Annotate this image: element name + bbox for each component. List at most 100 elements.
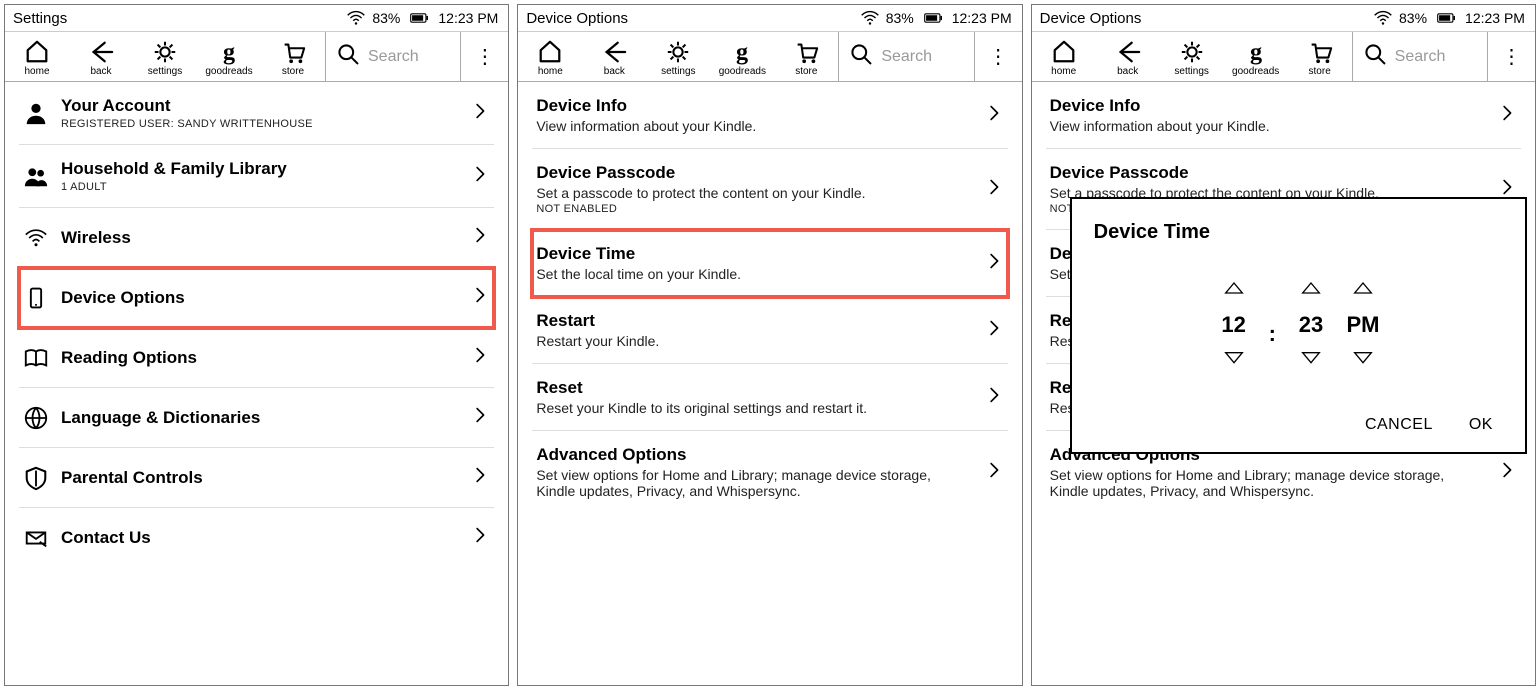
row-device-options[interactable]: Device Options <box>19 268 494 328</box>
search-box[interactable] <box>838 32 973 81</box>
dialog-title: Device Time <box>1094 221 1503 244</box>
back-button[interactable]: back <box>582 32 646 81</box>
wifi-icon <box>1373 9 1393 27</box>
home-button[interactable]: home <box>1032 32 1096 81</box>
search-icon <box>849 42 873 71</box>
chevron-right-icon <box>986 457 1004 488</box>
home-button[interactable]: home <box>5 32 69 81</box>
clock: 12:23 PM <box>438 10 498 26</box>
contact-icon <box>23 525 49 551</box>
battery-icon <box>1433 9 1459 27</box>
cancel-button[interactable]: CANCEL <box>1365 416 1433 434</box>
back-button[interactable]: back <box>69 32 133 81</box>
battery-pct: 83% <box>886 10 914 26</box>
ampm-spinner: PM <box>1346 278 1380 372</box>
toolbar: home back settings goodreads store ⋮ <box>5 32 508 82</box>
row-reading-options[interactable]: Reading Options <box>19 328 494 388</box>
overflow-menu-button[interactable]: ⋮ <box>1487 32 1535 81</box>
search-input[interactable] <box>1395 48 1477 66</box>
row-contact[interactable]: Contact Us <box>19 508 494 567</box>
time-colon: : <box>1269 278 1276 372</box>
search-box[interactable] <box>1352 32 1487 81</box>
search-box[interactable] <box>325 32 460 81</box>
battery-icon <box>920 9 946 27</box>
device-time-dialog: Device Time 12 : 23 PM CANCEL OK <box>1070 197 1527 454</box>
panel-device-time-dialog: Device Options 83% 12:23 PM home back se… <box>1031 4 1536 686</box>
row-device-time[interactable]: Device TimeSet the local time on your Ki… <box>532 230 1007 297</box>
battery-icon <box>406 9 432 27</box>
chevron-right-icon <box>472 222 490 253</box>
row-device-info[interactable]: Device InfoView information about your K… <box>532 82 1007 149</box>
chevron-right-icon <box>472 98 490 129</box>
search-icon <box>1363 42 1387 71</box>
overflow-menu-button[interactable]: ⋮ <box>974 32 1022 81</box>
page-title: Device Options <box>526 10 628 27</box>
chevron-right-icon <box>986 174 1004 205</box>
hour-down-button[interactable] <box>1217 346 1251 372</box>
chevron-right-icon <box>472 522 490 553</box>
row-reset[interactable]: ResetReset your Kindle to its original s… <box>532 364 1007 431</box>
back-button[interactable]: back <box>1096 32 1160 81</box>
store-button[interactable]: store <box>774 32 838 81</box>
goodreads-button[interactable]: goodreads <box>197 32 261 81</box>
settings-button[interactable]: settings <box>646 32 710 81</box>
goodreads-label: goodreads <box>205 66 252 77</box>
row-household[interactable]: Household & Family Library1 ADULT <box>19 145 494 208</box>
minute-down-button[interactable] <box>1294 346 1328 372</box>
page-title: Device Options <box>1040 10 1142 27</box>
globe-icon <box>23 405 49 431</box>
row-device-info: Device InfoView information about your K… <box>1046 82 1521 149</box>
chevron-right-icon <box>986 382 1004 413</box>
time-spinner: 12 : 23 PM <box>1094 278 1503 372</box>
row-language[interactable]: Language & Dictionaries <box>19 388 494 448</box>
ampm-down-button[interactable] <box>1346 346 1380 372</box>
goodreads-button[interactable]: goodreads <box>1224 32 1288 81</box>
hour-spinner: 12 <box>1217 278 1251 372</box>
chevron-right-icon <box>472 342 490 373</box>
user-icon <box>23 100 49 126</box>
back-label: back <box>90 66 111 77</box>
chevron-right-icon <box>986 100 1004 131</box>
row-restart[interactable]: RestartRestart your Kindle. <box>532 297 1007 364</box>
battery-pct: 83% <box>1399 10 1427 26</box>
search-input[interactable] <box>881 48 963 66</box>
row-advanced[interactable]: Advanced OptionsSet view options for Hom… <box>532 431 1007 513</box>
status-bar: Device Options 83% 12:23 PM <box>1032 5 1535 32</box>
settings-list: Your AccountREGISTERED USER: SANDY WRITT… <box>5 82 508 567</box>
row-wireless[interactable]: Wireless <box>19 208 494 268</box>
panel-device-options: Device Options 83% 12:23 PM home back se… <box>517 4 1022 686</box>
chevron-right-icon <box>986 248 1004 279</box>
toolbar: home back settings goodreads store ⋮ <box>1032 32 1535 82</box>
chevron-right-icon <box>1499 457 1517 488</box>
home-label: home <box>24 66 49 77</box>
minute-up-button[interactable] <box>1294 278 1328 304</box>
store-label: store <box>282 66 304 77</box>
hour-value: 12 <box>1221 312 1245 338</box>
users-icon <box>23 163 49 189</box>
store-button[interactable]: store <box>1288 32 1352 81</box>
dialog-actions: CANCEL OK <box>1094 416 1503 434</box>
home-button[interactable]: home <box>518 32 582 81</box>
settings-button[interactable]: settings <box>1160 32 1224 81</box>
minute-value: 23 <box>1299 312 1323 338</box>
store-button[interactable]: store <box>261 32 325 81</box>
settings-button[interactable]: settings <box>133 32 197 81</box>
row-parental[interactable]: Parental Controls <box>19 448 494 508</box>
ampm-up-button[interactable] <box>1346 278 1380 304</box>
status-bar: Device Options 83% 12:23 PM <box>518 5 1021 32</box>
search-input[interactable] <box>368 48 450 66</box>
chevron-right-icon <box>472 161 490 192</box>
panel-settings: Settings 83% 12:23 PM home back settings… <box>4 4 509 686</box>
clock: 12:23 PM <box>1465 10 1525 26</box>
page-title: Settings <box>13 10 67 27</box>
goodreads-button[interactable]: goodreads <box>710 32 774 81</box>
row-device-passcode[interactable]: Device PasscodeSet a passcode to protect… <box>532 149 1007 230</box>
search-icon <box>336 42 360 71</box>
hour-up-button[interactable] <box>1217 278 1251 304</box>
minute-spinner: 23 <box>1294 278 1328 372</box>
shield-icon <box>23 465 49 491</box>
row-your-account[interactable]: Your AccountREGISTERED USER: SANDY WRITT… <box>19 82 494 145</box>
ampm-value: PM <box>1346 312 1379 338</box>
overflow-menu-button[interactable]: ⋮ <box>460 32 508 81</box>
ok-button[interactable]: OK <box>1469 416 1493 434</box>
